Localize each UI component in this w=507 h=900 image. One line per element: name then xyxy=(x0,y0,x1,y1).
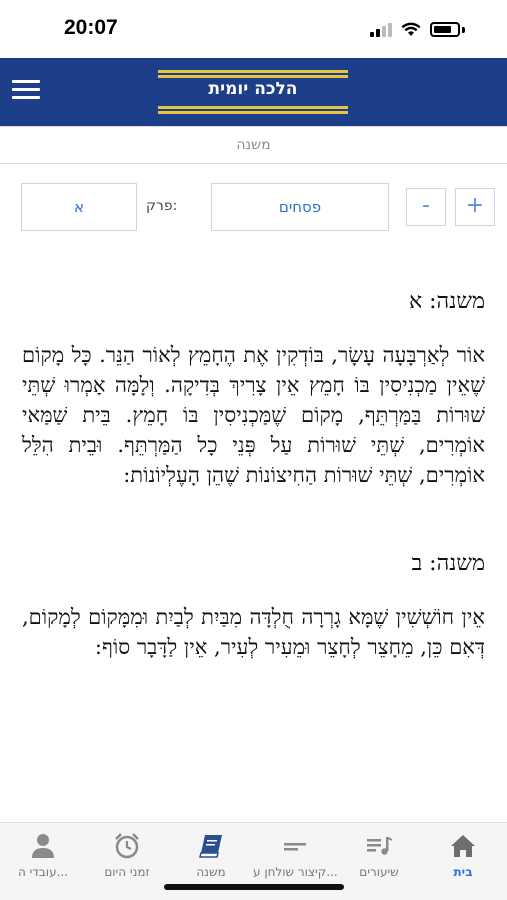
app-title: הלכה יומית xyxy=(208,79,298,99)
status-bar: 20:07 xyxy=(0,0,507,58)
short-text-icon xyxy=(284,843,306,851)
person-icon xyxy=(32,834,54,858)
mishna-heading: משנה: א xyxy=(408,289,485,314)
alarm-clock-icon xyxy=(115,833,139,859)
chapter-label: פרק: xyxy=(146,198,178,214)
mishna-text: אֵין חוֹשְׁשִׁין שֶׁמָּא גָרְרָה חֻלְדָּ… xyxy=(22,605,485,659)
hamburger-icon-line xyxy=(12,80,40,83)
nav-times[interactable]: זמני היום xyxy=(85,823,169,900)
status-time: 20:07 xyxy=(64,16,118,39)
nav-workers[interactable]: עובדי ה... xyxy=(1,823,85,900)
nav-workers-label: עובדי ה... xyxy=(17,865,69,879)
book-icon xyxy=(199,835,222,858)
nav-home[interactable]: בית xyxy=(421,823,505,900)
status-icons xyxy=(370,22,465,37)
gold-line xyxy=(158,75,348,78)
nav-home-label: בית xyxy=(453,865,473,879)
app-header: הלכה יומית xyxy=(0,58,507,126)
home-icon xyxy=(451,835,475,857)
wifi-icon xyxy=(401,22,421,36)
mishna-heading: משנה: ב xyxy=(411,551,485,576)
playlist-music-icon xyxy=(367,837,392,855)
signal-icon xyxy=(370,22,392,37)
gold-line xyxy=(158,111,348,114)
hamburger-icon-line xyxy=(12,88,40,91)
battery-tip xyxy=(462,26,465,33)
tractate-select[interactable]: פסחים xyxy=(211,183,389,231)
navigation-controls: + - פסחים פרק: א xyxy=(0,183,507,231)
mishna-content[interactable]: משנה: א אוֹר לְאַרְבָּעָה עָשָׂר, בּוֹדְ… xyxy=(0,276,507,822)
section-title: משנה xyxy=(0,126,507,164)
nav-mishna-label: משנה xyxy=(196,865,226,879)
mishna-text: אוֹר לְאַרְבָּעָה עָשָׂר, בּוֹדְקִין אֶת… xyxy=(22,343,485,487)
home-indicator xyxy=(164,884,344,890)
chapter-select[interactable]: א xyxy=(21,183,137,231)
gold-line xyxy=(158,70,348,73)
app-title-box: הלכה יומית xyxy=(158,70,348,114)
nav-summary-label: קיצור שולחן ע... xyxy=(253,865,337,879)
menu-button[interactable] xyxy=(12,80,40,104)
gold-line xyxy=(158,106,348,109)
nav-lessons[interactable]: שיעורים xyxy=(337,823,421,900)
hamburger-icon-line xyxy=(12,96,40,99)
battery-icon xyxy=(430,22,460,37)
nav-lessons-label: שיעורים xyxy=(359,865,399,879)
previous-button[interactable]: - xyxy=(406,188,446,226)
mishna-block: משנה: ב אֵין חוֹשְׁשִׁין שֶׁמָּא גָרְרָה… xyxy=(22,550,485,662)
mishna-block: משנה: א אוֹר לְאַרְבָּעָה עָשָׂר, בּוֹדְ… xyxy=(22,288,485,490)
next-button[interactable]: + xyxy=(455,188,495,226)
nav-times-label: זמני היום xyxy=(104,865,150,879)
